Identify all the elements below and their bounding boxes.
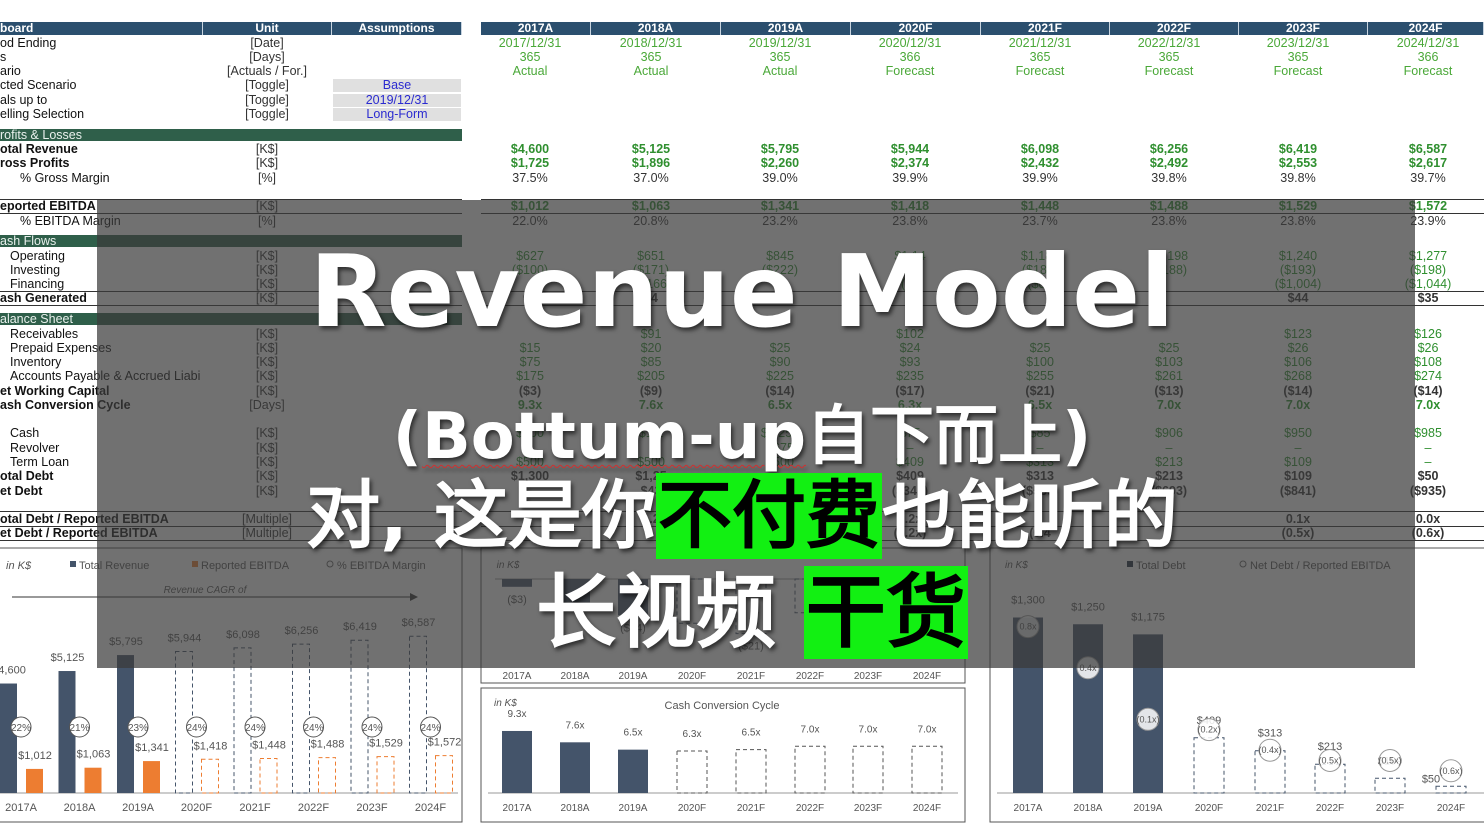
chart-unit-label: in K$: [494, 698, 517, 709]
ebitda-bar: [26, 768, 43, 793]
ccc-label: 7.0x: [859, 724, 878, 735]
ebitda-label: $1,448: [252, 740, 286, 752]
ebitda-bar: [84, 767, 102, 793]
margin-label: 24%: [245, 723, 265, 734]
ccc-label: 6.5x: [742, 728, 761, 739]
subtitle-open: (: [392, 400, 422, 474]
x-tick-label: 2021F: [737, 671, 765, 682]
revenue-label: $4,600: [0, 665, 26, 677]
subtitle-bottom-up: Bottum-up: [421, 400, 807, 474]
x-tick-label: 2021F: [239, 802, 270, 814]
margin-label: 24%: [186, 723, 206, 734]
x-tick-label: 2017A: [5, 802, 37, 814]
x-tick-label: 2023F: [356, 802, 387, 814]
x-tick-label: 2024F: [1437, 803, 1465, 814]
x-tick-label: 2017A: [503, 671, 532, 682]
margin-label: 24%: [362, 723, 382, 734]
ebitda-bar: [376, 756, 395, 794]
margin-label: 22%: [11, 723, 31, 734]
ccc-bar: [560, 742, 590, 793]
debt-label: $313: [1258, 728, 1282, 740]
line3-text-b: 也能听的: [881, 473, 1178, 559]
margin-label: 24%: [303, 723, 323, 734]
ccc-bar: [735, 749, 767, 794]
ratio-label: (0.5x): [1318, 756, 1341, 766]
ccc-bar: [618, 749, 648, 793]
debt-label: $50: [1422, 773, 1440, 785]
ebitda-bar: [318, 757, 336, 794]
x-tick-label: 2018A: [561, 803, 590, 814]
ebitda-label: $1,341: [135, 742, 169, 754]
x-tick-label: 2022F: [298, 802, 329, 814]
ccc-bar: [502, 730, 532, 793]
x-tick-label: 2022F: [1316, 803, 1344, 814]
chart-title: Cash Conversion Cycle: [665, 700, 780, 712]
x-tick-label: 2019A: [1134, 803, 1163, 814]
overlay-title: Revenue Model: [309, 233, 1175, 350]
margin-label: 24%: [420, 723, 440, 734]
x-tick-label: 2023F: [1376, 803, 1404, 814]
x-tick-label: 2017A: [503, 803, 532, 814]
x-tick-label: 2018A: [1074, 803, 1103, 814]
ebitda-label: $1,529: [369, 738, 403, 750]
line3-highlight: 不付费: [655, 473, 882, 559]
x-tick-label: 2019A: [619, 671, 648, 682]
x-tick-label: 2022F: [796, 803, 824, 814]
overlay-line4: 长视频 干货: [0, 566, 1484, 660]
x-tick-label: 2020F: [678, 671, 706, 682]
ebitda-label: $1,488: [311, 739, 345, 751]
x-tick-label: 2020F: [1195, 803, 1223, 814]
x-tick-label: 2024F: [415, 802, 446, 814]
x-tick-label: 2019A: [122, 802, 154, 814]
ebitda-bar: [259, 758, 278, 794]
x-tick-label: 2024F: [913, 671, 941, 682]
margin-label: 23%: [128, 723, 148, 734]
ebitda-bar: [435, 755, 453, 794]
ccc-bar: [676, 750, 708, 794]
ratio-label: (0.5x): [1378, 756, 1401, 766]
ratio-label: (0.2x): [1197, 725, 1220, 735]
ebitda-bar: [143, 761, 160, 793]
x-tick-label: 2024F: [913, 803, 941, 814]
debt-bar: [1435, 785, 1467, 794]
x-tick-label: 2020F: [181, 802, 212, 814]
debt-bar: [1374, 777, 1406, 794]
ebitda-bar: [201, 758, 219, 794]
x-tick-label: 2021F: [1256, 803, 1284, 814]
ccc-label: 7.0x: [918, 724, 937, 735]
line3-text-a: 对, 这是你: [306, 473, 656, 559]
ebitda-label: $1,063: [77, 749, 111, 761]
ccc-bar: [911, 745, 943, 794]
x-tick-label: 2020F: [678, 803, 706, 814]
ratio-label: (0.6x): [1439, 766, 1462, 776]
x-tick-label: 2021F: [737, 803, 765, 814]
ccc-label: 7.0x: [801, 724, 820, 735]
subtitle-chinese: 自下而上): [806, 400, 1092, 474]
x-tick-label: 2023F: [854, 671, 882, 682]
ccc-bar: [852, 745, 884, 794]
ebitda-label: $1,572: [428, 737, 462, 749]
ebitda-label: $1,012: [18, 750, 52, 762]
ccc-label: 9.3x: [508, 709, 527, 720]
x-tick-label: 2017A: [1014, 803, 1043, 814]
overlay-subtitle: (Bottum-up自下而上): [0, 398, 1484, 476]
line4-text: 长视频: [536, 566, 804, 659]
ccc-label: 7.6x: [566, 720, 585, 731]
ccc-label: 6.5x: [624, 728, 643, 739]
ccc-label: 6.3x: [683, 729, 702, 740]
x-tick-label: 2022F: [796, 671, 824, 682]
x-tick-label: 2018A: [561, 671, 590, 682]
line4-highlight: 干货: [803, 566, 968, 659]
ratio-label: (0.4x): [1258, 745, 1281, 755]
x-tick-label: 2018A: [64, 802, 96, 814]
ebitda-label: $1,418: [194, 740, 228, 752]
margin-label: 21%: [69, 723, 89, 734]
x-tick-label: 2019A: [619, 803, 648, 814]
debt-bar: [1193, 737, 1225, 794]
revenue-bar: [0, 683, 17, 793]
overlay-line3: 对, 这是你不付费也能听的: [0, 473, 1484, 559]
ccc-bar: [794, 745, 826, 794]
x-tick-label: 2023F: [854, 803, 882, 814]
ratio-label: (0.1x): [1136, 714, 1159, 724]
